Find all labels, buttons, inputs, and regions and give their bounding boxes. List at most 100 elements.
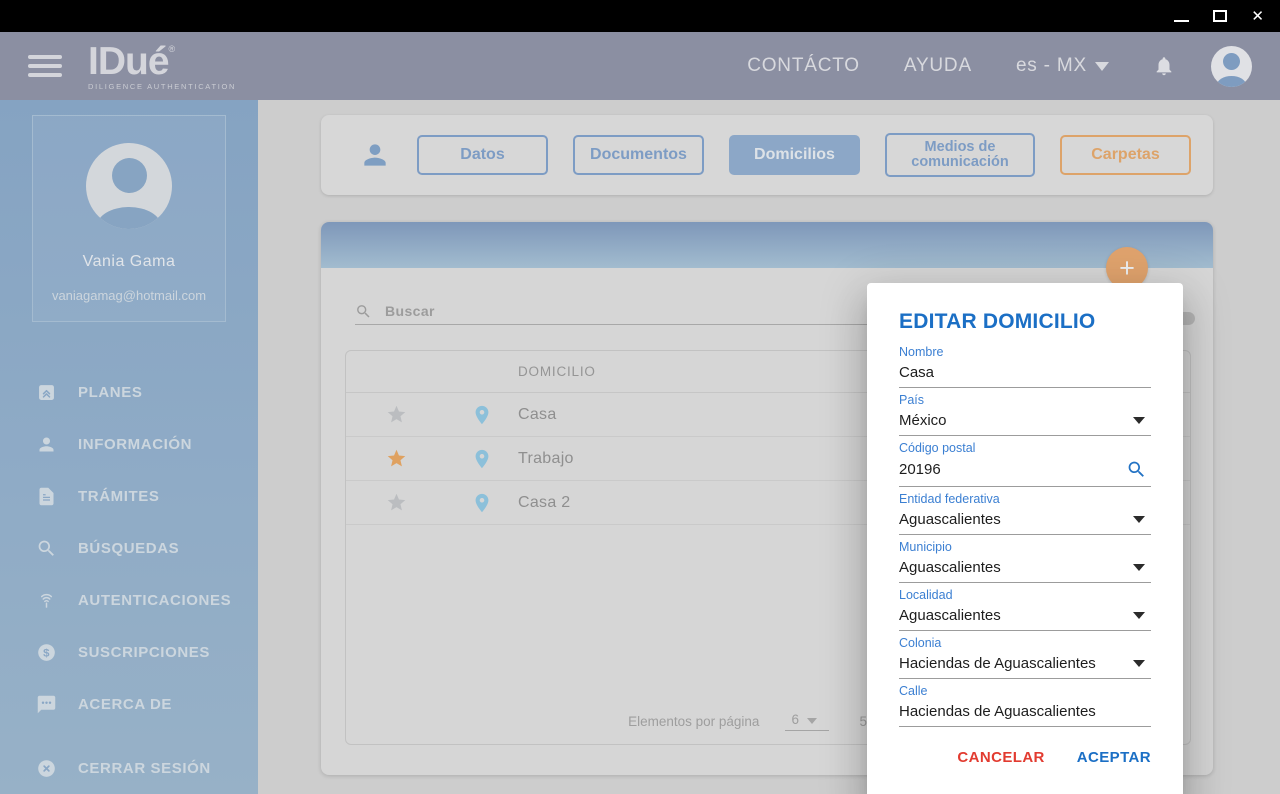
field-codigo-postal: Código postal 20196	[899, 441, 1151, 487]
search-field	[355, 298, 952, 325]
sidebar-item-label: ACERCA DE	[78, 696, 172, 713]
sidebar-item-label: PLANES	[78, 384, 142, 401]
sidebar-item-label: AUTENTICACIONES	[78, 592, 231, 609]
items-per-page-select[interactable]: 6	[785, 712, 829, 731]
chevron-down-icon	[807, 718, 817, 724]
dropdown-arrow-icon	[1133, 417, 1145, 424]
dropdown-arrow-icon	[1133, 660, 1145, 667]
field-entidad-federativa: Entidad federativa Aguascalientes	[899, 492, 1151, 535]
language-label: es - MX	[1016, 55, 1087, 77]
codigo-postal-input[interactable]: 20196	[899, 456, 1151, 487]
chat-icon	[36, 694, 57, 715]
sidebar-item-cerrar-sesion[interactable]: CERRAR SESIÓN	[36, 742, 258, 794]
items-per-page-value: 6	[791, 712, 799, 727]
profile-avatar	[86, 143, 172, 229]
nav-ayuda-link[interactable]: AYUDA	[904, 55, 972, 77]
sidebar: Vania Gama vaniagamag@hotmail.com PLANES…	[0, 100, 258, 794]
logo-subtitle: DILIGENCE AUTHENTICATION	[88, 83, 236, 91]
tab-domicilios[interactable]: Domicilios	[729, 135, 860, 175]
tab-carpetas[interactable]: Carpetas	[1060, 135, 1191, 175]
svg-text:$: $	[43, 647, 50, 659]
field-value-text: Aguascalientes	[899, 559, 1001, 576]
calle-input[interactable]: Haciendas de Aguascalientes	[899, 699, 1151, 727]
document-icon	[36, 486, 57, 507]
field-localidad: Localidad Aguascalientes	[899, 588, 1151, 631]
field-value-text: México	[899, 412, 947, 429]
sidebar-item-informacion[interactable]: INFORMACIÓN	[36, 418, 258, 470]
dropdown-arrow-icon	[1133, 612, 1145, 619]
field-colonia: Colonia Haciendas de Aguascalientes	[899, 636, 1151, 679]
app-logo: IDué® DILIGENCE AUTHENTICATION	[88, 42, 236, 91]
municipio-select[interactable]: Aguascalientes	[899, 555, 1151, 583]
notifications-bell-icon[interactable]	[1153, 55, 1175, 77]
field-value-text: Casa	[899, 364, 934, 381]
dialog-title: EDITAR DOMICILIO	[899, 310, 1151, 334]
dollar-icon: $	[36, 642, 57, 663]
localidad-select[interactable]: Aguascalientes	[899, 603, 1151, 631]
plans-icon	[36, 382, 57, 403]
window-maximize-icon[interactable]	[1213, 10, 1227, 22]
logo-title: IDué	[88, 40, 169, 83]
location-pin-icon	[446, 492, 518, 514]
profile-card: Vania Gama vaniagamag@hotmail.com	[32, 115, 226, 322]
field-label: Nombre	[899, 345, 1151, 360]
field-label: Colonia	[899, 636, 1151, 651]
window-close-icon[interactable]: ✕	[1251, 9, 1264, 24]
field-value-text: Aguascalientes	[899, 607, 1001, 624]
app-header: IDué® DILIGENCE AUTHENTICATION CONTÁCTO …	[0, 32, 1280, 100]
tab-datos[interactable]: Datos	[417, 135, 548, 175]
sidebar-item-tramites[interactable]: TRÁMITES	[36, 470, 258, 522]
user-avatar[interactable]	[1211, 46, 1252, 87]
nombre-input[interactable]: Casa	[899, 360, 1151, 388]
tab-medios-de-comunicacion[interactable]: Medios de comunicación	[885, 133, 1035, 177]
accept-button[interactable]: ACEPTAR	[1077, 749, 1151, 766]
person-icon	[359, 139, 391, 171]
colonia-select[interactable]: Haciendas de Aguascalientes	[899, 651, 1151, 679]
chevron-down-icon	[1095, 62, 1109, 71]
sidebar-item-planes[interactable]: PLANES	[36, 366, 258, 418]
sidebar-item-label: INFORMACIÓN	[78, 436, 192, 453]
favorite-star-icon[interactable]	[346, 492, 446, 513]
field-value-text: Haciendas de Aguascalientes	[899, 655, 1096, 672]
logout-icon	[36, 758, 57, 779]
nav-contacto-link[interactable]: CONTÁCTO	[747, 55, 860, 77]
os-titlebar: ✕	[0, 0, 1280, 32]
main-content: Datos Documentos Domicilios Medios de co…	[258, 100, 1280, 794]
field-label: Municipio	[899, 540, 1151, 555]
cancel-button[interactable]: CANCELAR	[957, 749, 1044, 766]
dropdown-arrow-icon	[1133, 516, 1145, 523]
app-screen: ✕ IDué® DILIGENCE AUTHENTICATION CONTÁCT…	[0, 0, 1280, 794]
postal-code-search-icon[interactable]	[1126, 459, 1147, 480]
field-label: Localidad	[899, 588, 1151, 603]
field-value-text: 20196	[899, 461, 941, 478]
panel-header-band	[321, 222, 1213, 268]
editar-domicilio-dialog: EDITAR DOMICILIO Nombre Casa País México	[867, 283, 1183, 794]
window-minimize-icon[interactable]	[1174, 20, 1189, 22]
items-per-page-label: Elementos por página	[628, 714, 759, 729]
language-selector[interactable]: es - MX	[1016, 55, 1109, 77]
field-calle: Calle Haciendas de Aguascalientes	[899, 684, 1151, 727]
tab-documentos[interactable]: Documentos	[573, 135, 704, 175]
search-icon	[36, 538, 57, 559]
pais-select[interactable]: México	[899, 408, 1151, 436]
search-icon	[355, 303, 372, 320]
field-label: Entidad federativa	[899, 492, 1151, 507]
favorite-star-icon[interactable]	[346, 404, 446, 425]
sidebar-item-autenticaciones[interactable]: AUTENTICACIONES	[36, 574, 258, 626]
sidebar-item-acerca-de[interactable]: ACERCA DE	[36, 678, 258, 730]
field-value-text: Haciendas de Aguascalientes	[899, 703, 1096, 720]
favorite-star-icon[interactable]	[346, 448, 446, 469]
sidebar-item-label: SUSCRIPCIONES	[78, 644, 210, 661]
field-label: País	[899, 393, 1151, 408]
hamburger-menu-icon[interactable]	[28, 55, 62, 77]
sidebar-item-label: BÚSQUEDAS	[78, 540, 179, 557]
sidebar-item-label: TRÁMITES	[78, 488, 159, 505]
sidebar-item-suscripciones[interactable]: $ SUSCRIPCIONES	[36, 626, 258, 678]
field-label: Calle	[899, 684, 1151, 699]
sidebar-menu: PLANES INFORMACIÓN TRÁMITES BÚSQUEDAS AU…	[0, 366, 258, 794]
entidad-federativa-select[interactable]: Aguascalientes	[899, 507, 1151, 535]
location-pin-icon	[446, 404, 518, 426]
sidebar-item-busquedas[interactable]: BÚSQUEDAS	[36, 522, 258, 574]
field-nombre: Nombre Casa	[899, 345, 1151, 388]
field-pais: País México	[899, 393, 1151, 436]
